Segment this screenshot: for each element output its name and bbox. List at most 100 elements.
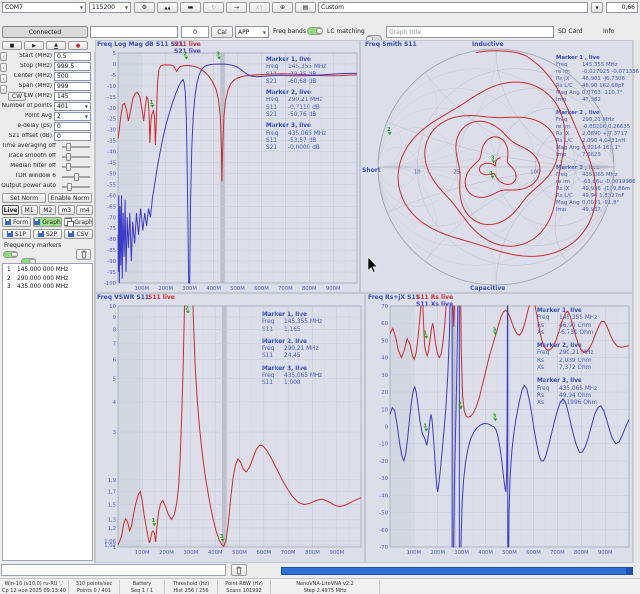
up-arrows-button[interactable]: ▲▲ <box>157 2 178 13</box>
graph-title-input[interactable]: Graph title <box>386 26 554 38</box>
mem-m3-button[interactable]: m3 <box>58 205 75 215</box>
connected-button[interactable]: Connected <box>2 26 88 38</box>
slider-thumb[interactable] <box>66 153 71 161</box>
point-avg-field[interactable]: 2▼ <box>54 112 91 121</box>
display-icon: ▬ <box>188 4 194 11</box>
marker-info-header: Marker 3, live <box>266 123 326 130</box>
number-field[interactable]: 0 <box>181 26 209 38</box>
set-norm-button[interactable]: Set Norm <box>2 193 46 203</box>
vswr-chart[interactable] <box>95 293 365 563</box>
arrow-right-button[interactable]: → <box>226 2 247 13</box>
mem-live-button[interactable]: Live <box>2 205 19 215</box>
list-item[interactable]: 2290.000 000 MHz <box>3 276 93 284</box>
scan-progress-bar[interactable] <box>281 567 633 575</box>
save-csv-button[interactable]: CSV <box>64 229 93 239</box>
marker-info-row: S1124,45 <box>262 353 322 360</box>
marker-info-row: re im-63,86u -0,0019986 <box>556 179 639 186</box>
display-button[interactable]: ▬ <box>180 2 201 13</box>
marker-toggle-1[interactable] <box>3 251 18 258</box>
save-s2p-button[interactable]: S2P <box>33 229 62 239</box>
rs-jx-legend-xs: S11 Xs live <box>416 301 453 308</box>
slider-thumb[interactable] <box>74 173 79 181</box>
marker-info-row: Xs7,372 Ohm <box>537 365 597 372</box>
paste-icon: ▤ <box>303 4 309 11</box>
stop-mhz--field[interactable]: 999.5 <box>54 62 91 71</box>
mem-m4-button[interactable]: m4 <box>76 205 93 215</box>
target-button[interactable]: ⊕ <box>272 2 293 13</box>
serial-info-field[interactable] <box>90 26 178 38</box>
slider-thumb[interactable] <box>67 183 72 191</box>
preset-dropdown-button[interactable]: ▼ <box>591 2 603 13</box>
slider-thumb[interactable] <box>66 163 71 171</box>
eject-button[interactable]: ▲ <box>46 41 66 50</box>
marker-info-row: S21-0,0000 dB <box>266 145 326 152</box>
play-button[interactable]: ▶ <box>24 41 44 50</box>
mem-m1-button[interactable]: M1 <box>21 205 38 215</box>
center-mhz--field[interactable]: 500 <box>54 72 91 81</box>
marker-info-row: S11-0,7110 dB <box>266 105 326 112</box>
refresh-button[interactable]: ↻ <box>203 2 224 13</box>
number-of-points-field[interactable]: 401▼ <box>54 102 91 111</box>
statusbar: Win-10 (v10.0) ru-RU ','310 points/secBa… <box>0 578 640 593</box>
marker-info-row: S11-22,35 dB <box>266 72 326 79</box>
marker-info-row: S21-50,76 dB <box>266 112 326 119</box>
trace-smooth-label: Trace smooth off <box>0 153 56 161</box>
e-delay-ps--field[interactable]: 0 <box>54 122 91 131</box>
marker-edit-field[interactable] <box>1 564 226 576</box>
field-label: CW (MHz) <box>0 93 52 101</box>
marker-info-row: S111,008 <box>262 380 322 387</box>
delete-markers-button[interactable] <box>231 564 247 576</box>
paste-button[interactable]: ▤ <box>295 2 316 13</box>
enable-norm-button[interactable]: Enable Norm <box>48 193 92 203</box>
delete-marker-button[interactable] <box>76 249 91 260</box>
marker-info-header: Marker 3, live <box>262 366 322 373</box>
save-s1p-button[interactable]: S1P <box>2 229 31 239</box>
s21-offset-db--field[interactable]: 0 <box>54 132 91 141</box>
stop-button[interactable]: ■ <box>2 41 22 50</box>
marker-info-row: Freq435,065 MHz <box>537 386 597 393</box>
marker-info-row: Rs jX46,901 -j6,7306 <box>556 76 639 83</box>
marker-info-row: S111,165 <box>262 327 322 334</box>
marker-info-row: Xs-6,731 Ohm <box>537 330 597 337</box>
app-select[interactable]: APP▼ <box>235 26 269 38</box>
save-form-button[interactable]: Form <box>2 217 31 227</box>
start-mhz--field[interactable]: 0.5 <box>54 52 91 61</box>
vswr-title: Freq VSWR S11 <box>97 294 149 301</box>
field-label: Stop (MHz) <box>0 63 52 71</box>
save-graph-button[interactable]: Graph <box>33 217 62 227</box>
rs-jx-legend-rs: S11 Rs live <box>416 294 453 301</box>
gear-icon: ⚙ <box>142 4 147 11</box>
toolbar-row1: COM7▼ 115200▼ ⚙ ▲▲ ▬ ↻→xY⊕ ▤ Custom ▼ 0,66 <box>0 0 640 15</box>
list-item[interactable]: 1145.000 000 MHz <box>3 267 93 275</box>
cw-mhz--field[interactable]: 145 <box>54 92 91 101</box>
statusbar-row: Win-10 (v10.0) ru-RU ','310 points/secBa… <box>0 580 640 587</box>
preset-combobox[interactable]: Custom <box>318 2 588 13</box>
tdr-window-label: TDR window 6 <box>0 173 56 181</box>
frequency-markers-list[interactable]: 1145.000 000 MHz2290.000 000 MHz3435.000… <box>2 263 93 561</box>
marker-info-row: Freq145,355 MHz <box>266 64 326 71</box>
time-averaging-label: Time averaging off <box>0 143 56 151</box>
chevron-down-icon: ▼ <box>263 30 266 35</box>
nanovna-app-window: { "titlebar":{"title":"NanoVNA-App v1.1.… <box>0 0 640 593</box>
save-graph-button[interactable]: Graph <box>64 217 93 227</box>
xy-button[interactable]: xY <box>249 2 270 13</box>
list-item[interactable]: 3435.000 000 MHz <box>3 284 93 292</box>
mem-m2-button[interactable]: M2 <box>39 205 56 215</box>
vswr-marker-info: Marker 1, liveFreq145,355 MHzS111,165Mar… <box>262 312 322 393</box>
gear-button[interactable]: ⚙ <box>134 2 155 13</box>
scale-value-field[interactable]: 0,66 <box>606 2 638 13</box>
slider-thumb[interactable] <box>66 143 71 151</box>
cal-button[interactable]: Cal <box>211 26 233 38</box>
marker-info-header: Marker 1, live <box>266 57 326 64</box>
marker-info-row: Rs L/C46,90 162,68pF <box>556 83 639 90</box>
com-port-select[interactable]: COM7▼ <box>2 2 86 13</box>
save-icon <box>7 231 13 237</box>
span-mhz--field[interactable]: 999 <box>54 82 91 91</box>
marker-info-row: Mag Ang0,9214 163,1° <box>556 145 639 152</box>
record-button[interactable]: ● <box>68 41 88 50</box>
freq-bands-toggle[interactable] <box>307 27 323 35</box>
field-label: Number of points <box>0 103 52 111</box>
slider-track[interactable] <box>62 186 90 188</box>
baud-select[interactable]: 115200▼ <box>89 2 131 13</box>
save-icon <box>5 219 11 225</box>
